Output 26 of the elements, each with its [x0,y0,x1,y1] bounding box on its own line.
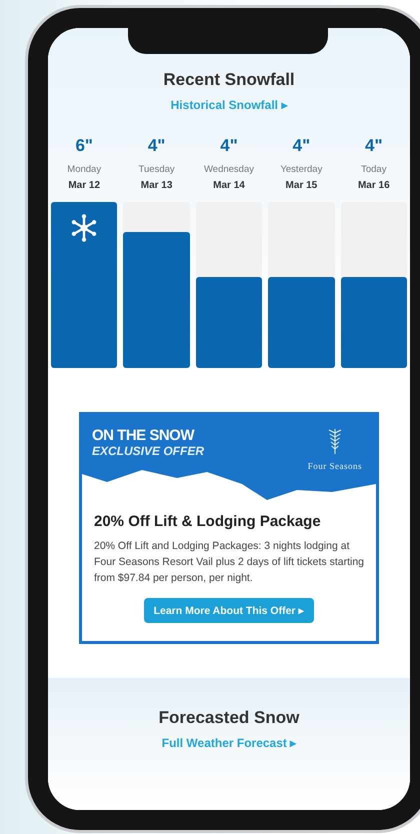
offer-description: 20% Off Lift and Lodging Packages: 3 nights lodging at Four Seasons Resort Vail plus 2 days of lift tickets starting from $97.84 per person, per night. [94,539,364,586]
day-date: Mar 13 [140,180,172,191]
snowfall-amount: 6" [75,136,93,156]
day-name: Wednesday [204,164,254,175]
snowfall-amount: 4" [220,136,238,156]
day-date: Mar 14 [213,180,245,191]
offer-title: 20% Off Lift & Lodging Package [94,513,322,530]
snowfall-amount: 4" [148,136,166,156]
section-title: Recent Snowfall [163,70,295,90]
offer-tagline: EXCLUSIVE OFFER [92,444,204,458]
day-name: Tuesday [138,164,175,175]
day-name: Monday [67,164,102,175]
day-date: Mar 15 [286,180,318,191]
snowfall-amount: 4" [365,136,383,156]
day-date: Mar 16 [358,180,390,191]
historical-snowfall-link[interactable]: Historical Snowfall ▸ [170,98,288,112]
brand-title: ON THE SNOW [92,427,196,444]
snowflake-icon [70,214,98,242]
partner-logo-text: Four Seasons [308,461,362,471]
snowfall-amount: 4" [292,136,310,156]
day-date: Mar 12 [68,180,100,191]
weather-forecast-link[interactable]: Full Weather Forecast ▸ [162,736,296,750]
section-title: Forecasted Snow [158,708,300,728]
day-name: Yesterday [280,164,322,175]
learn-more-button[interactable]: Learn More About This Offer ▸ [144,598,314,623]
day-name: Today [361,164,386,175]
